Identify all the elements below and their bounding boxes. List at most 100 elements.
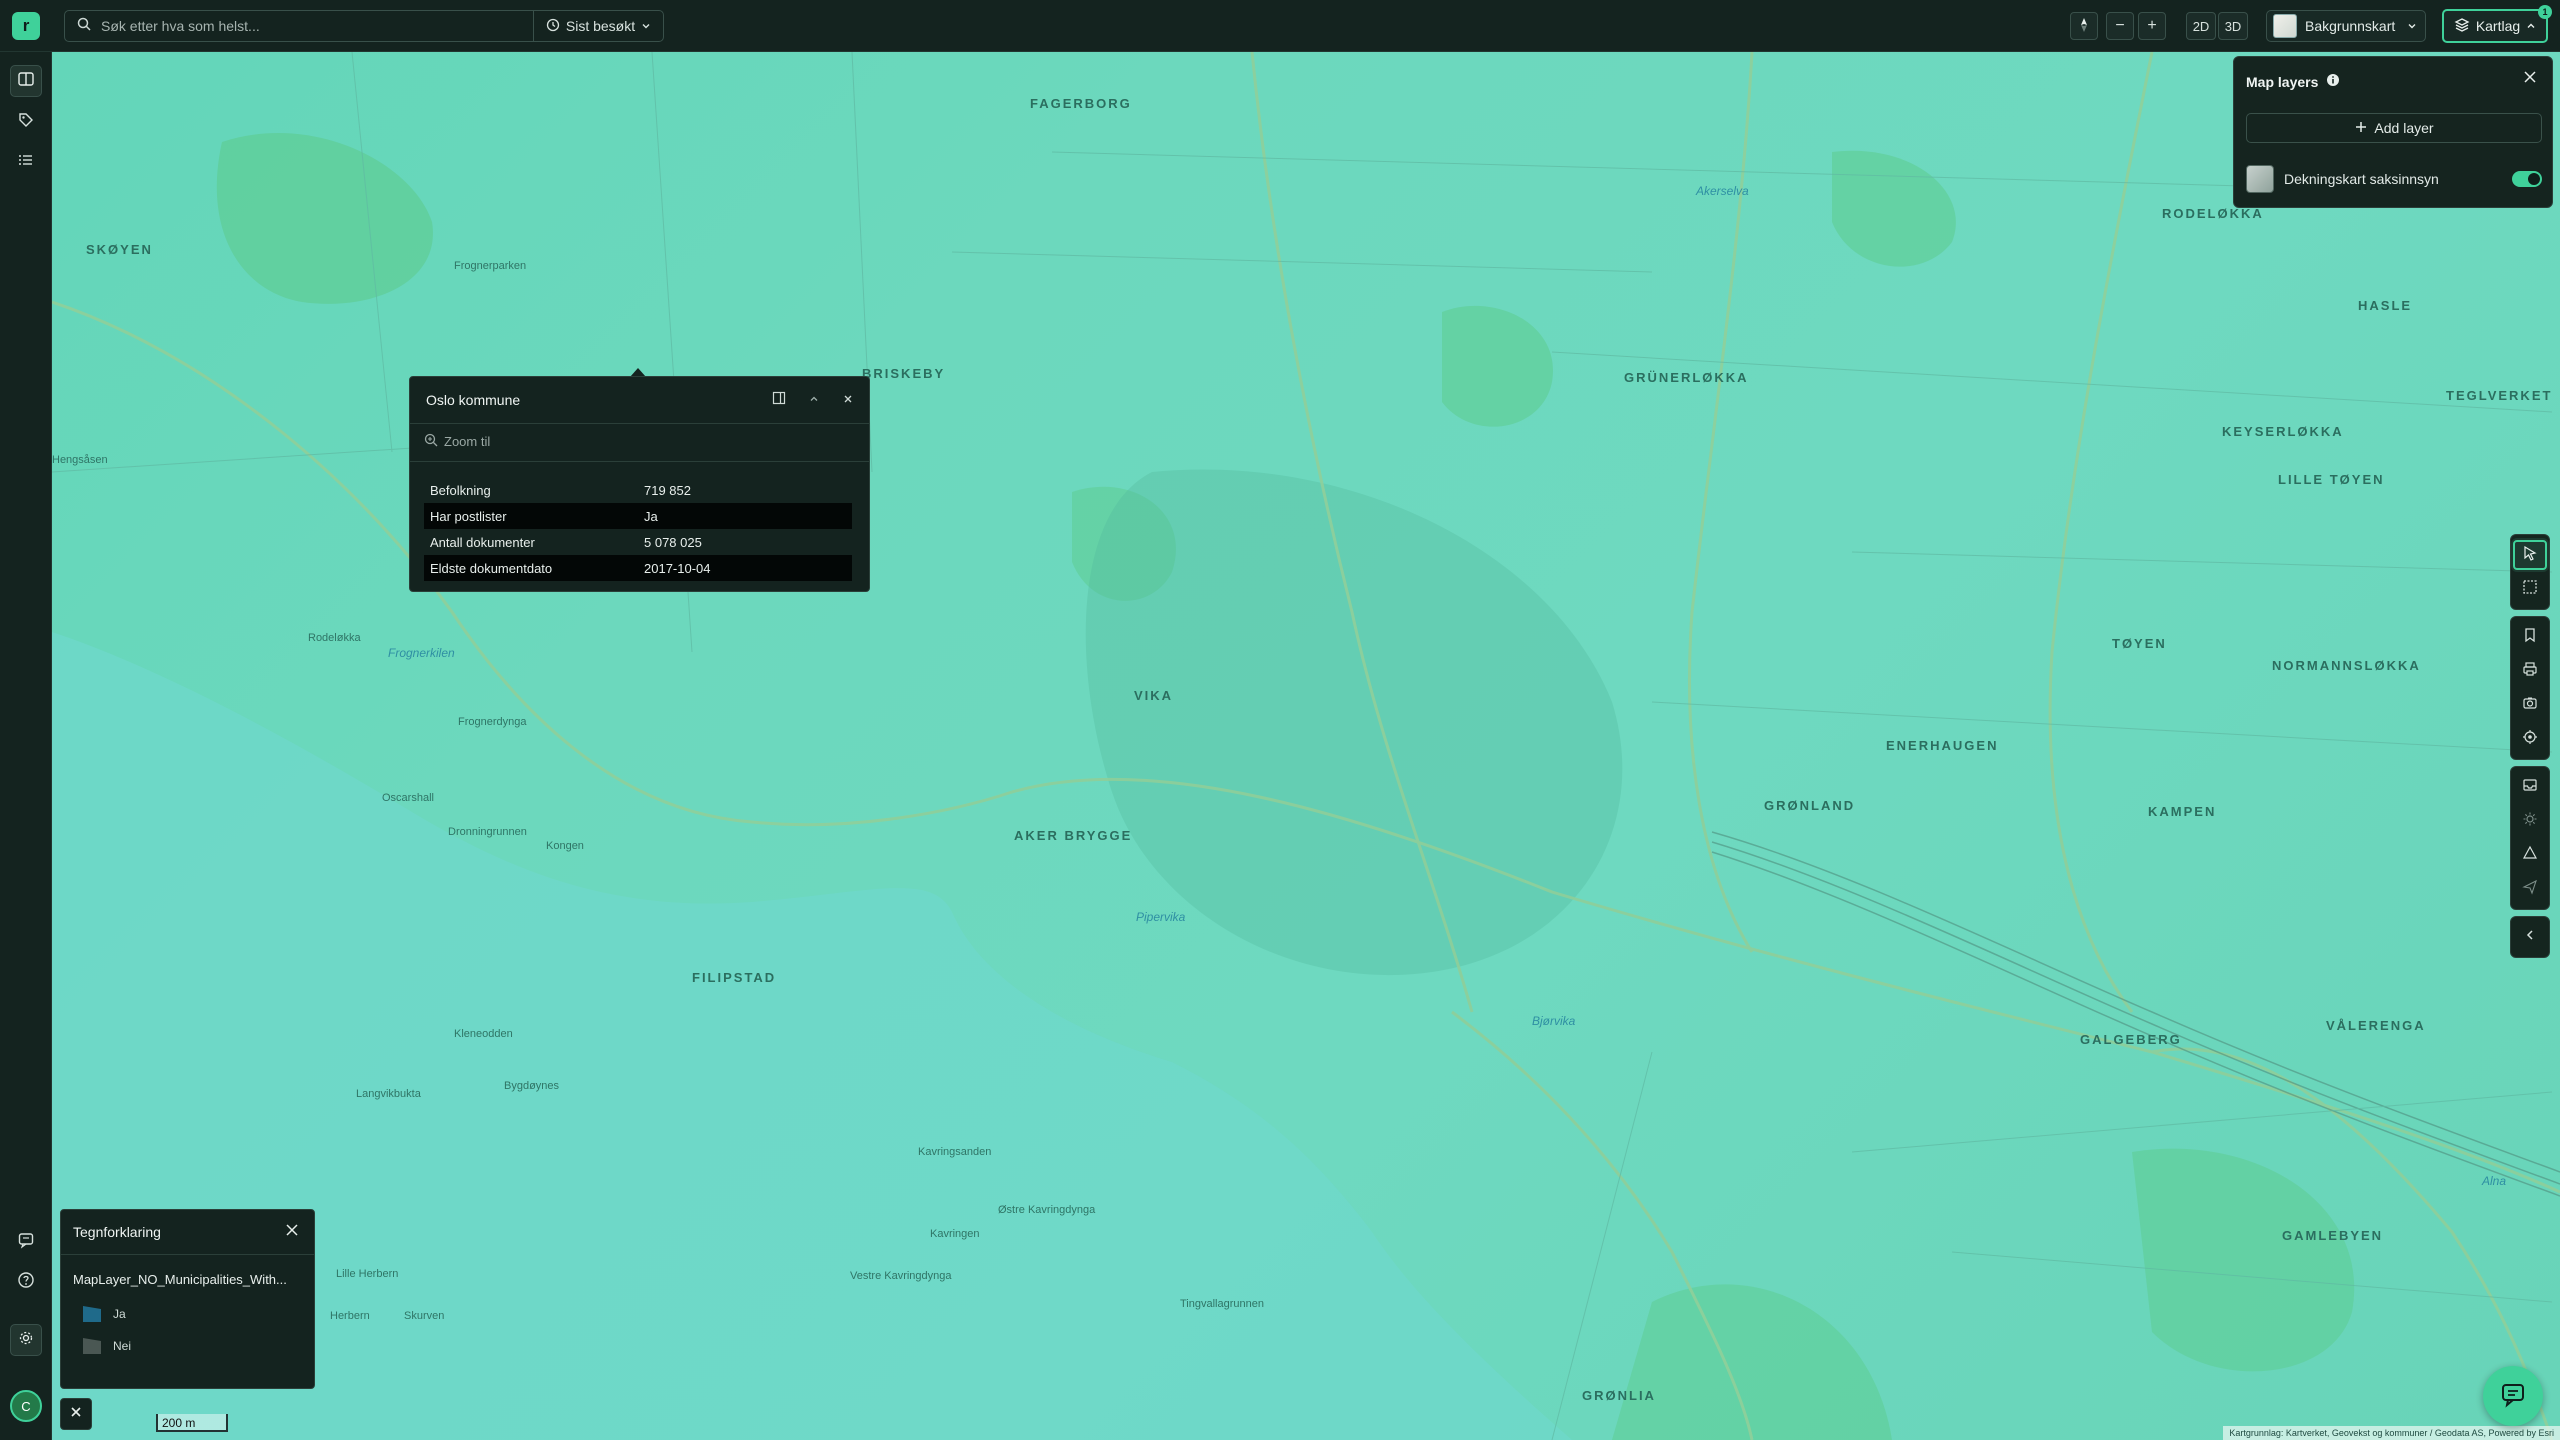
top-bar: r Sist besøkt − + 2D 3D Bakgrunnskart [0,0,2560,52]
attribute-value: 2017-10-04 [638,555,852,581]
search-box[interactable] [64,10,534,42]
zoom-to-label: Zoom til [444,434,491,449]
map-attribution: Kartgrunnlag: Kartverket, Geovekst og ko… [2223,1426,2560,1440]
search-icon [77,17,91,36]
area-select-tool-button[interactable] [2511,572,2549,606]
map-label: LILLE TØYEN [2278,472,2385,487]
map-label: Kongen [546,840,584,852]
map-label: Kavringsanden [918,1146,992,1158]
legend-panel: Tegnforklaring MapLayer_NO_Municipalitie… [60,1209,315,1389]
inbox-tool-button[interactable] [2511,770,2549,804]
popup-close-button[interactable] [837,389,859,411]
popup-divider [410,461,869,462]
rail-list-button[interactable] [10,146,42,178]
map-label: Langvikbukta [356,1088,421,1100]
map-canvas[interactable]: FAGERBORG SKØYEN BRISKEBY RODELØKKA GRÜN… [52,52,2560,1440]
map-label: Pipervika [1136,910,1186,924]
zoom-out-button[interactable]: − [2106,12,2134,40]
map-label: Kavringen [930,1228,980,1240]
send-icon [2522,879,2538,900]
popup-title: Oslo kommune [426,392,521,408]
zoom-in-button[interactable]: + [2138,12,2166,40]
rail-help-button[interactable] [10,1266,42,1298]
layer-row[interactable]: Dekningskart saksinnsyn [2246,163,2542,195]
map-label: Kleneodden [454,1028,513,1040]
close-icon [285,1223,299,1242]
map-label: Bjørvika [1532,1014,1576,1028]
compass-button[interactable] [2070,12,2098,40]
view-2d-button[interactable]: 2D [2186,12,2216,40]
rail-map-button[interactable] [10,65,42,97]
map-label: Rodeløkka [308,632,361,644]
map-layers-panel: Map layers Add layer Dekningskart saksin… [2233,56,2553,208]
map-label: NORMANNSLØKKA [2272,658,2421,673]
screenshot-tool-button[interactable] [2511,688,2549,722]
legend-close-button[interactable] [282,1222,302,1242]
map-label: ENERHAUGEN [1886,738,1999,753]
legend-label: Ja [113,1307,126,1321]
map-label: GRÜNERLØKKA [1624,370,1749,385]
map-label: GRØNLIA [1582,1388,1656,1403]
help-icon [17,1271,35,1294]
chevron-up-icon [809,391,819,409]
locate-tool-button[interactable] [2511,722,2549,756]
rail-feedback-button[interactable] [10,1226,42,1258]
chat-icon [2499,1380,2527,1413]
plus-icon [2354,120,2368,137]
legend-item: Nei [81,1336,131,1356]
legend-layer-name: MapLayer_NO_Municipalities_With... [73,1272,287,1287]
layers-button[interactable]: Kartlag 1 [2442,5,2552,43]
light-tool-button[interactable] [2511,804,2549,838]
map-label: Herbern [330,1310,370,1322]
recent-label: Sist besøkt [565,18,636,34]
rail-settings-button[interactable] [10,1324,42,1356]
attribute-table: Befolkning 719 852 Har postlister Ja Ant… [424,477,852,581]
view-3d-button[interactable]: 3D [2218,12,2248,40]
layers-label: Kartlag [2475,18,2521,34]
attribute-key: Antall dokumenter [430,534,535,550]
recent-button[interactable]: Sist besøkt [533,10,664,42]
popup-dock-button[interactable] [768,389,790,411]
chat-button[interactable] [2483,1366,2543,1426]
search-input[interactable] [101,18,501,34]
bookmark-tool-button[interactable] [2511,620,2549,654]
attribute-value: Ja [638,503,852,529]
tag-icon [17,111,35,134]
map-label: Frognerkilen [388,646,455,660]
popup-collapse-button[interactable] [803,389,825,411]
dashed-square-icon [2522,579,2538,600]
map-label: Hengsåsen [52,454,108,466]
map-label: FILIPSTAD [692,970,777,985]
select-tool-button[interactable] [2511,538,2549,572]
map-label: BRISKEBY [862,366,946,381]
layer-visibility-toggle[interactable] [2512,171,2542,187]
attribute-value: 719 852 [644,482,691,498]
map-label: Alna [2482,1174,2507,1188]
map-label: TEGLVERKET [2446,388,2553,403]
zoom-icon [424,433,438,450]
share-tool-button[interactable] [2511,872,2549,906]
map-label: Oscarshall [382,792,434,804]
camera-icon [2522,695,2538,716]
map-tool-rail [2510,534,2550,964]
triangle-icon [2522,845,2538,866]
print-tool-button[interactable] [2511,654,2549,688]
bottom-close-button[interactable] [60,1398,92,1430]
park [1442,305,1553,427]
add-layer-button[interactable]: Add layer [2246,113,2542,143]
chevron-left-icon [2524,928,2536,946]
map-label: Lille Herbern [336,1268,399,1280]
info-icon[interactable] [2326,73,2340,90]
app-logo[interactable]: r [12,12,40,40]
legend-title: Tegnforklaring [73,1224,161,1240]
basemap-button[interactable]: Bakgrunnskart [2266,10,2426,42]
rail-tags-button[interactable] [10,106,42,138]
measure-tool-button[interactable] [2511,838,2549,872]
map-label: Bygdøynes [504,1080,560,1092]
park [2132,1148,2355,1372]
zoom-to-link[interactable]: Zoom til [424,433,490,450]
map-label: Frognerdynga [458,716,527,728]
layers-panel-close-button[interactable] [2520,69,2540,89]
collapse-tools-button[interactable] [2511,920,2549,954]
user-avatar[interactable]: C [10,1390,42,1422]
